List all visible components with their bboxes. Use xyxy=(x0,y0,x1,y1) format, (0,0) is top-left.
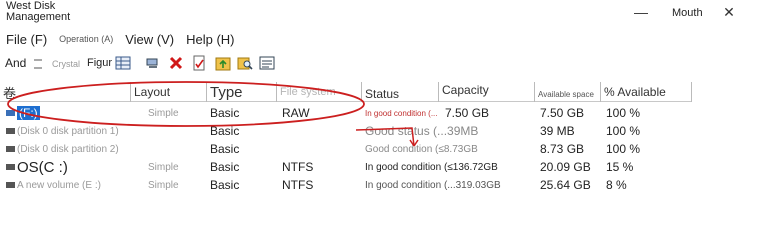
type-value: Basic xyxy=(210,124,240,138)
header-percent-available[interactable]: % Available xyxy=(600,82,692,102)
grid-icon[interactable] xyxy=(114,53,132,73)
header-status[interactable]: Status xyxy=(361,82,438,102)
status-value: Good condition (≤8.73GB xyxy=(365,143,478,155)
layout-value: Simple xyxy=(148,161,179,173)
percent-value: 100 % xyxy=(606,124,641,138)
percent-value: 100 % xyxy=(606,142,641,156)
toolbar-and-label[interactable]: And xyxy=(5,56,26,70)
properties-icon[interactable] xyxy=(259,53,275,73)
type-value: Basic xyxy=(210,178,240,192)
menu-view[interactable]: View (V) xyxy=(125,32,174,47)
file-system-value: RAW xyxy=(282,106,310,120)
file-system-value: NTFS xyxy=(282,160,314,174)
table-row[interactable]: (Disk 0 disk partition 1) simple Basic G… xyxy=(0,122,692,140)
header-capacity[interactable]: Capacity xyxy=(438,82,534,102)
toolbar-figure-label[interactable]: Figur xyxy=(87,57,112,69)
table-row[interactable]: A new volume (E :) Simple Basic NTFS In … xyxy=(0,176,692,194)
header-layout[interactable]: Layout xyxy=(130,82,206,102)
menu-help[interactable]: Help (H) xyxy=(186,32,234,47)
layout-value: Simple xyxy=(148,179,179,191)
header-file-system[interactable]: File system xyxy=(276,82,361,102)
title-bar: West Disk Management Mouth — ☐ ✕ xyxy=(0,0,765,28)
table-row[interactable]: (F:) Simple Basic RAW In good condition … xyxy=(0,104,692,122)
type-value: Basic xyxy=(210,160,240,174)
table-row[interactable]: OS(C :) Simple Basic NTFS In good condit… xyxy=(0,158,692,176)
available-value: 25.64 GB xyxy=(540,178,591,192)
user-name: Mouth xyxy=(672,7,703,19)
capacity-value: 7.50 GB xyxy=(445,106,490,120)
header-volume[interactable]: 卷 xyxy=(0,82,130,102)
drive-icon xyxy=(6,110,15,116)
table-row[interactable]: (Disk 0 disk partition 2) Basic Good con… xyxy=(0,140,692,158)
window-title: West Disk Management xyxy=(6,0,71,23)
menu-file[interactable]: File (F) xyxy=(6,32,47,47)
toolbar: And Crystal Figur xyxy=(0,53,765,75)
volume-name: A new volume (E :) xyxy=(17,179,101,191)
close-button[interactable]: ✕ xyxy=(714,0,744,24)
available-value: 20.09 GB xyxy=(540,160,591,174)
percent-value: 100 % xyxy=(606,106,641,120)
check-document-icon[interactable] xyxy=(191,53,207,73)
available-value: 39 MB xyxy=(540,124,575,138)
menu-bar: File (F) Operation (A) View (V) Help (H) xyxy=(0,28,765,50)
menu-operation[interactable]: Operation (A) xyxy=(59,34,113,44)
toolbar-crystal-label[interactable]: Crystal xyxy=(52,59,80,69)
status-value: In good condition (... xyxy=(365,108,438,118)
connect-icon[interactable] xyxy=(144,53,162,73)
available-value: 8.73 GB xyxy=(540,142,585,156)
type-value: Basic xyxy=(210,106,240,120)
drive-icon xyxy=(6,146,15,152)
drive-icon xyxy=(6,128,15,134)
percent-value: 8 % xyxy=(606,178,627,192)
type-value: Basic xyxy=(210,142,240,156)
drive-icon xyxy=(6,182,15,188)
percent-value: 15 % xyxy=(606,160,634,174)
volume-name: (Disk 0 disk partition 1) xyxy=(17,125,119,137)
header-type[interactable]: Type xyxy=(206,82,276,102)
status-value: In good condition (≤136.72GB xyxy=(365,161,498,173)
available-value: 7.50 GB xyxy=(540,106,585,120)
arrow-icon[interactable] xyxy=(31,53,45,73)
volume-name: (F:) xyxy=(17,106,40,120)
folder-up-icon[interactable] xyxy=(215,53,231,73)
volume-name: (Disk 0 disk partition 2) xyxy=(17,143,119,155)
volume-name: OS(C :) xyxy=(17,158,68,176)
column-header: 卷 Layout Type File system Status Capacit… xyxy=(0,82,692,102)
minimize-button[interactable]: — xyxy=(626,0,656,24)
delete-icon[interactable] xyxy=(168,53,184,73)
file-system-value: NTFS xyxy=(282,178,314,192)
layout-value: Simple xyxy=(148,107,179,119)
folder-search-icon[interactable] xyxy=(237,53,253,73)
status-value: Good status (...39MB xyxy=(365,124,479,138)
status-value: In good condition (...319.03GB xyxy=(365,179,501,191)
drive-icon xyxy=(6,164,15,170)
header-available-space[interactable]: Available space xyxy=(534,82,600,102)
